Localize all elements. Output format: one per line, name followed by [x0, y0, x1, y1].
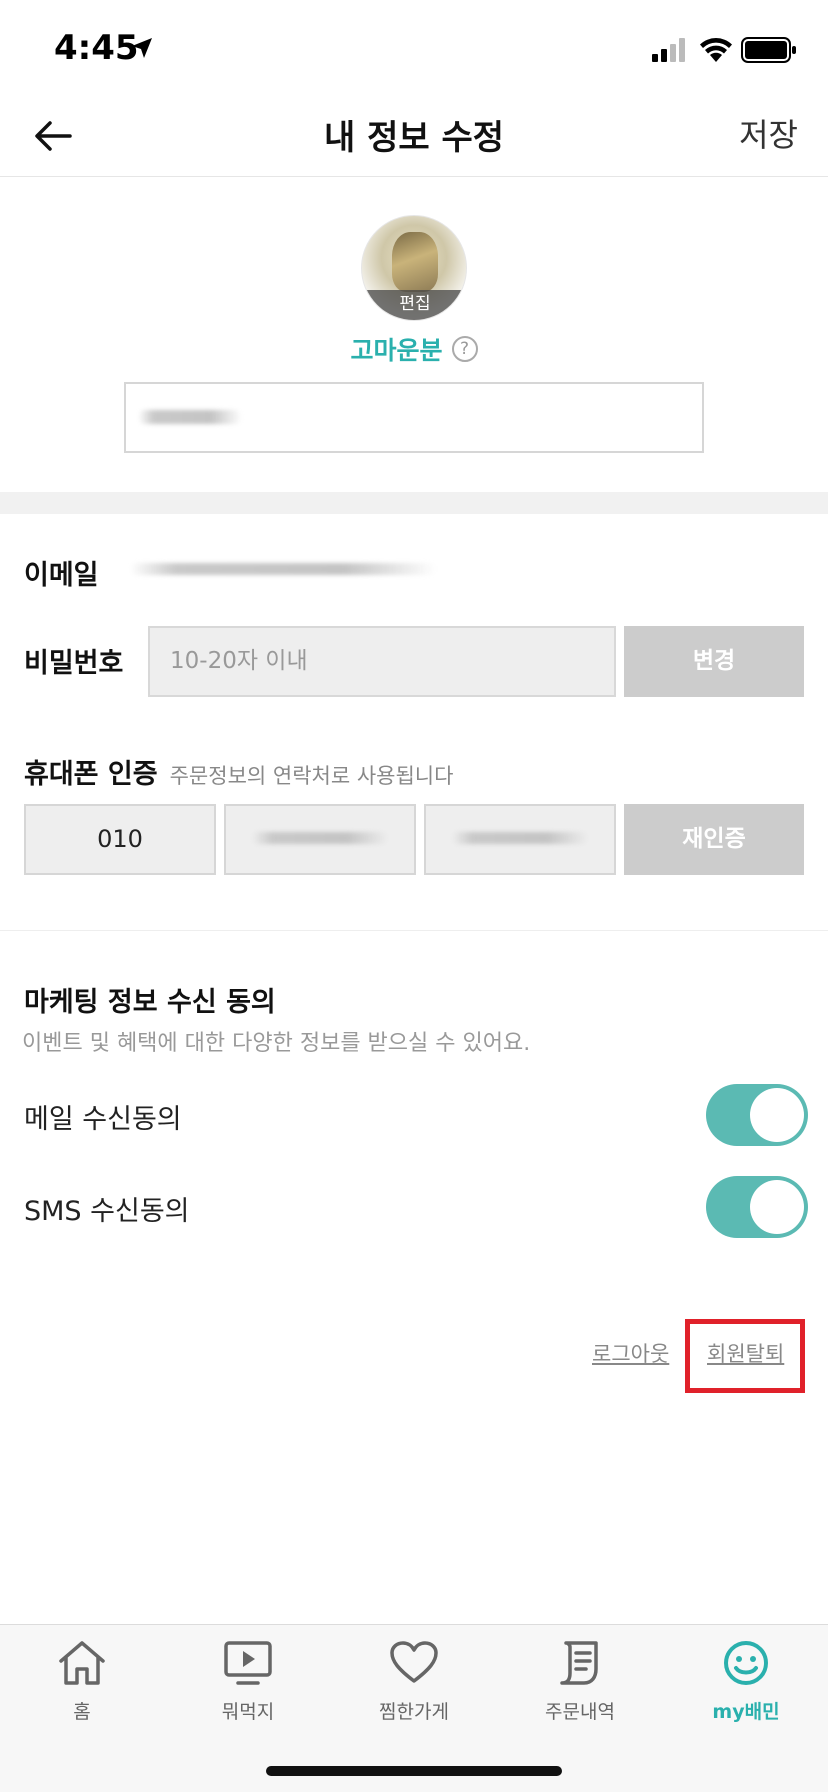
phone-last-field[interactable] — [424, 804, 616, 875]
logout-link[interactable]: 로그아웃 — [592, 1338, 669, 1368]
battery-icon — [741, 37, 796, 63]
password-input[interactable]: 10-20자 이내 — [148, 626, 616, 697]
nickname-row: 고마운분 ? — [0, 331, 828, 367]
phone-label: 휴대폰 인증 — [24, 759, 158, 790]
receipt-icon — [560, 1641, 598, 1685]
wifi-icon — [700, 38, 732, 62]
cellular-signal-icon — [652, 38, 685, 62]
password-label: 비밀번호 — [24, 648, 124, 679]
tab-orders[interactable]: 주문내역 — [505, 1639, 655, 1739]
tab-label: 뭐먹지 — [221, 1701, 275, 1723]
redacted-text — [252, 832, 388, 844]
divider — [0, 930, 828, 931]
home-icon — [59, 1641, 105, 1685]
marketing-description: 이벤트 및 혜택에 대한 다양한 정보를 받으실 수 있어요. — [22, 1031, 531, 1056]
status-time: 4:45 — [54, 28, 139, 68]
location-arrow-icon — [132, 38, 152, 58]
avatar[interactable]: 편집 — [361, 215, 467, 321]
email-consent-label: 메일 수신동의 — [24, 1104, 182, 1135]
password-change-button[interactable]: 변경 — [624, 626, 804, 697]
home-indicator — [266, 1766, 562, 1776]
redacted-text — [452, 832, 588, 844]
sms-consent-toggle[interactable] — [706, 1176, 808, 1238]
section-divider — [0, 492, 828, 514]
phone-description: 주문정보의 연락처로 사용됩니다 — [169, 764, 454, 788]
email-label: 이메일 — [24, 560, 99, 591]
nickname-input[interactable] — [124, 382, 704, 453]
phone-middle-field[interactable] — [224, 804, 416, 875]
avatar-figure — [392, 232, 438, 292]
avatar-edit-label[interactable]: 편집 — [362, 290, 466, 320]
help-icon[interactable]: ? — [451, 336, 478, 362]
tab-label: 주문내역 — [545, 1701, 615, 1723]
toggle-knob — [750, 1088, 804, 1142]
email-consent-toggle[interactable] — [706, 1084, 808, 1146]
tab-label: 찜한가게 — [379, 1701, 449, 1723]
marketing-title: 마케팅 정보 수신 동의 — [24, 987, 276, 1018]
toggle-knob — [750, 1180, 804, 1234]
nav-bar: 내 정보 수정 저장 — [0, 100, 828, 177]
sms-consent-label: SMS 수신동의 — [24, 1196, 190, 1227]
phone-label-row: 휴대폰 인증 주문정보의 연락처로 사용됩니다 — [24, 752, 453, 791]
save-button[interactable]: 저장 — [739, 110, 798, 156]
status-bar: 4:45 — [0, 0, 828, 100]
tab-label: 홈 — [73, 1701, 91, 1723]
reverify-button[interactable]: 재인증 — [624, 804, 804, 875]
tab-my-baemin[interactable]: my배민 — [671, 1639, 821, 1739]
smiley-icon — [724, 1641, 768, 1685]
page-title: 내 정보 수정 — [323, 118, 505, 158]
tab-what-to-eat[interactable]: 뭐먹지 — [173, 1639, 323, 1739]
tab-home[interactable]: 홈 — [7, 1639, 157, 1739]
nickname: 고마운분 — [350, 336, 443, 365]
heart-icon — [390, 1641, 438, 1683]
phone-prefix-field[interactable]: 010 — [24, 804, 216, 875]
redacted-text — [138, 410, 242, 424]
tab-favorites[interactable]: 찜한가게 — [339, 1639, 489, 1739]
withdraw-link[interactable]: 회원탈퇴 — [707, 1338, 784, 1368]
tab-label: my배민 — [712, 1701, 780, 1723]
email-value-redacted — [130, 563, 436, 575]
play-screen-icon — [224, 1641, 272, 1685]
